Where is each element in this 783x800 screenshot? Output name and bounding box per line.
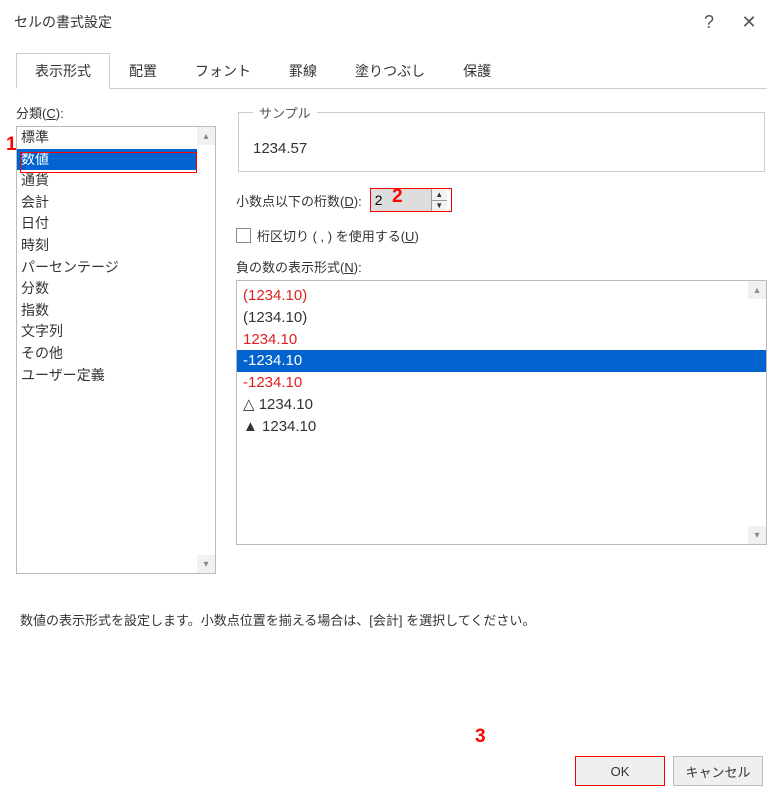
sample-legend: サンプル bbox=[253, 103, 317, 122]
negative-format-item[interactable]: △ 1234.10 bbox=[237, 394, 766, 416]
decimal-places-spinner[interactable]: ▲ ▼ bbox=[370, 188, 452, 212]
spin-down-icon[interactable]: ▼ bbox=[432, 201, 447, 212]
category-item[interactable]: 通貨 bbox=[17, 170, 197, 192]
negative-format-item[interactable]: 1234.10 bbox=[237, 329, 766, 351]
scroll-down-icon[interactable]: ▾ bbox=[197, 555, 215, 573]
tab-alignment[interactable]: 配置 bbox=[110, 53, 176, 89]
tab-display-format[interactable]: 表示形式 bbox=[16, 53, 110, 89]
category-item[interactable]: 標準 bbox=[17, 127, 197, 149]
description-text: 数値の表示形式を設定します。小数点位置を揃える場合は、[会計] を選択してくださ… bbox=[20, 610, 763, 629]
annotation-1: 1 bbox=[6, 134, 17, 156]
ok-button[interactable]: OK bbox=[575, 756, 665, 786]
negative-format-item[interactable]: (1234.10) bbox=[237, 307, 766, 329]
tab-fill[interactable]: 塗りつぶし bbox=[336, 53, 444, 89]
sample-value: 1234.57 bbox=[253, 140, 750, 157]
content-area: 分類(C): ▴ 標準数値通貨会計日付時刻パーセンテージ分数指数文字列その他ユー… bbox=[0, 89, 783, 574]
category-item[interactable]: 文字列 bbox=[17, 321, 197, 343]
decimal-places-row: 小数点以下の桁数(D): ▲ ▼ bbox=[236, 188, 767, 212]
category-item[interactable]: 時刻 bbox=[17, 235, 197, 257]
dialog-footer: OK キャンセル bbox=[575, 756, 763, 786]
thousands-label: 桁区切り ( , ) を使用する(U) bbox=[257, 226, 419, 245]
spin-up-icon[interactable]: ▲ bbox=[432, 189, 447, 201]
scroll-up-icon[interactable]: ▴ bbox=[197, 127, 215, 145]
thousands-checkbox[interactable] bbox=[236, 228, 251, 243]
negative-format-label: 負の数の表示形式(N): bbox=[236, 257, 767, 276]
tab-protection[interactable]: 保護 bbox=[444, 53, 510, 89]
negative-format-listbox[interactable]: ▴ (1234.10)(1234.10)1234.10-1234.10-1234… bbox=[236, 280, 767, 545]
tab-strip: 表示形式 配置 フォント 罫線 塗りつぶし 保護 bbox=[16, 52, 767, 89]
annotation-2: 2 bbox=[392, 186, 403, 208]
category-item[interactable]: ユーザー定義 bbox=[17, 365, 197, 387]
help-button[interactable]: ? bbox=[689, 8, 729, 36]
annotation-3: 3 bbox=[475, 726, 486, 748]
category-item[interactable]: 数値 bbox=[17, 149, 197, 171]
category-item[interactable]: 日付 bbox=[17, 213, 197, 235]
spin-buttons: ▲ ▼ bbox=[431, 189, 447, 211]
scroll-down-icon[interactable]: ▾ bbox=[748, 526, 766, 544]
category-item[interactable]: 指数 bbox=[17, 300, 197, 322]
decimal-places-label: 小数点以下の桁数(D): bbox=[236, 191, 362, 210]
dialog-title: セルの書式設定 bbox=[14, 12, 689, 32]
negative-format-item[interactable]: ▲ 1234.10 bbox=[237, 416, 766, 438]
options-column: サンプル 1234.57 小数点以下の桁数(D): ▲ ▼ 桁区切り ( , )… bbox=[236, 103, 767, 574]
category-item[interactable]: パーセンテージ bbox=[17, 257, 197, 279]
sample-box: サンプル 1234.57 bbox=[238, 103, 765, 172]
category-label: 分類(C): bbox=[16, 103, 216, 122]
category-listbox[interactable]: ▴ 標準数値通貨会計日付時刻パーセンテージ分数指数文字列その他ユーザー定義 ▾ bbox=[16, 126, 216, 574]
category-item[interactable]: 会計 bbox=[17, 192, 197, 214]
scroll-up-icon[interactable]: ▴ bbox=[748, 281, 766, 299]
category-item[interactable]: その他 bbox=[17, 343, 197, 365]
negative-format-item[interactable]: (1234.10) bbox=[237, 285, 766, 307]
thousands-separator-row[interactable]: 桁区切り ( , ) を使用する(U) bbox=[236, 226, 767, 245]
close-button[interactable]: ✕ bbox=[729, 8, 769, 36]
negative-format-item[interactable]: -1234.10 bbox=[237, 350, 766, 372]
negative-format-item[interactable]: -1234.10 bbox=[237, 372, 766, 394]
category-item[interactable]: 分数 bbox=[17, 278, 197, 300]
cancel-button[interactable]: キャンセル bbox=[673, 756, 763, 786]
titlebar: セルの書式設定 ? ✕ bbox=[0, 0, 783, 42]
tab-border[interactable]: 罫線 bbox=[270, 53, 336, 89]
category-column: 分類(C): ▴ 標準数値通貨会計日付時刻パーセンテージ分数指数文字列その他ユー… bbox=[16, 103, 216, 574]
tab-font[interactable]: フォント bbox=[176, 53, 270, 89]
